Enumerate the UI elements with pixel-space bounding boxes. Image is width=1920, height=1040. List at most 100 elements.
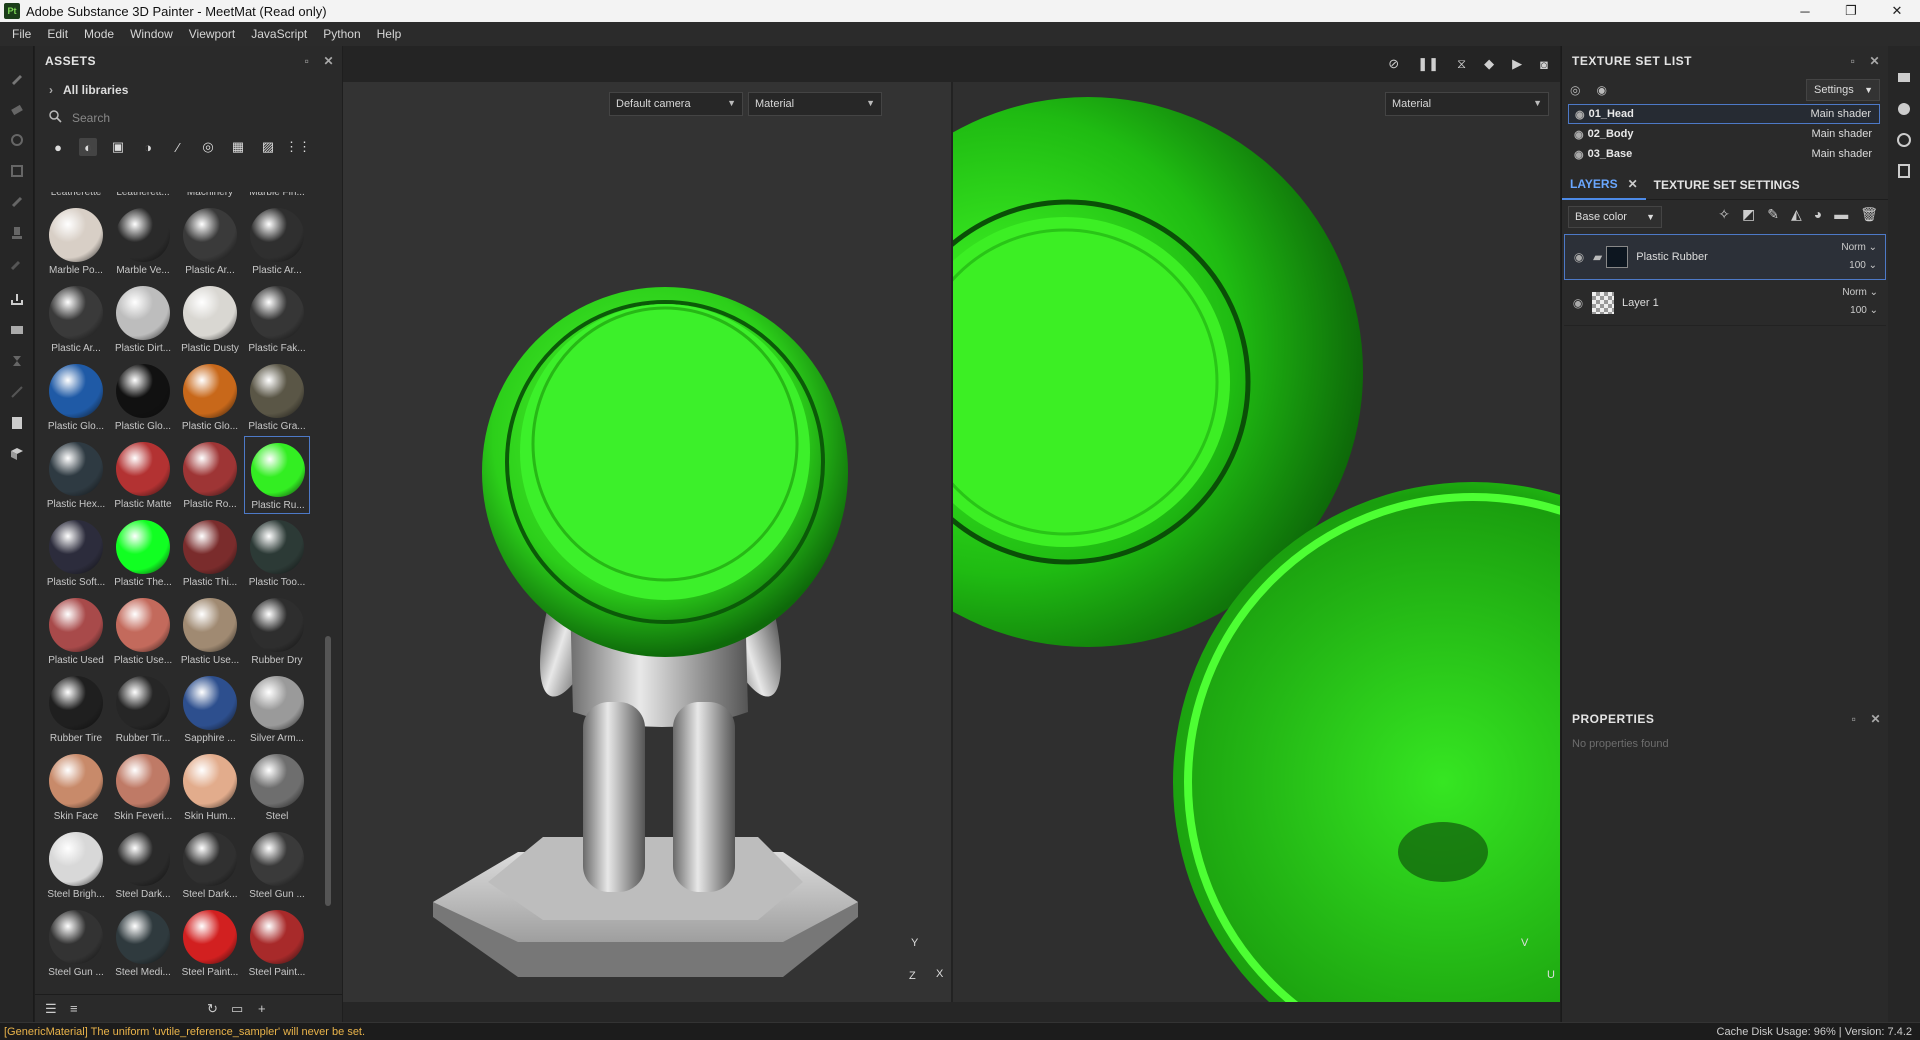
delete-layer-icon[interactable]: 🗑 xyxy=(1860,206,1878,223)
environment-filter-icon[interactable]: ▨ xyxy=(259,138,277,156)
layer-blend[interactable]: Norm ⌄ 100 ⌄ xyxy=(1841,239,1877,275)
sort-icon[interactable]: ≡ xyxy=(70,1001,78,1016)
channel-dropdown[interactable]: Base color ▼ xyxy=(1568,206,1662,228)
hide-ui-icon[interactable]: ⊘ xyxy=(1388,56,1399,72)
texture-set-shader[interactable]: Main shader xyxy=(1810,108,1871,120)
material-thumbnail[interactable]: Skin Face xyxy=(43,748,109,826)
bake-icon[interactable] xyxy=(0,314,34,345)
view-cube-icon[interactable]: ◆ xyxy=(1484,56,1494,72)
layer-name[interactable]: Layer 1 xyxy=(1622,297,1659,309)
close-panel-icon[interactable]: ✕ xyxy=(1869,54,1880,68)
export-icon[interactable] xyxy=(0,283,34,314)
material-thumbnail[interactable]: Steel Gun ... xyxy=(244,826,310,904)
menu-window[interactable]: Window xyxy=(122,27,181,41)
layer-row[interactable]: ◉ ▰ Plastic Rubber Norm ⌄ 100 ⌄ xyxy=(1564,234,1886,280)
material-thumbnail[interactable]: Plastic Ar... xyxy=(43,280,109,358)
assets-scrollbar[interactable] xyxy=(325,636,331,906)
material-thumbnail[interactable]: Steel Paint... xyxy=(244,904,310,982)
shader-settings-icon[interactable] xyxy=(1888,93,1920,124)
eye-icon[interactable]: ◉ xyxy=(1569,250,1589,264)
display-settings-icon[interactable] xyxy=(1888,62,1920,93)
material-thumbnail[interactable]: Steel Gun ... xyxy=(43,904,109,982)
eye-icon[interactable]: ◉ xyxy=(1596,83,1606,97)
material-thumbnail[interactable]: Sapphire ... xyxy=(177,670,243,748)
menu-file[interactable]: File xyxy=(4,27,39,41)
refresh-icon[interactable]: ↻ xyxy=(207,1001,218,1017)
add-fill-layer-icon[interactable]: ◭ xyxy=(1791,206,1802,223)
material-thumbnail[interactable]: Plastic Gra... xyxy=(244,358,310,436)
material-thumbnail[interactable]: Rubber Dry xyxy=(244,592,310,670)
geometry-fill-icon[interactable] xyxy=(0,155,34,186)
material-thumbnail[interactable]: Plastic Ru... xyxy=(244,436,310,514)
texture-filter-icon[interactable]: ▦ xyxy=(229,138,247,156)
clone-stamp-icon[interactable] xyxy=(0,217,34,248)
menu-javascript[interactable]: JavaScript xyxy=(243,27,315,41)
tab-texture-set-settings[interactable]: TEXTURE SET SETTINGS xyxy=(1646,170,1808,200)
paint-brush-icon[interactable] xyxy=(0,62,34,93)
menu-viewport[interactable]: Viewport xyxy=(181,27,243,41)
material-thumbnail[interactable]: Plastic Ar... xyxy=(177,202,243,280)
texture-set-row[interactable]: ◉ 03_Base Main shader xyxy=(1568,144,1880,164)
float-panel-icon[interactable]: ▫ xyxy=(1851,54,1856,68)
symmetry-icon[interactable]: ⧖ xyxy=(1457,56,1466,72)
menu-mode[interactable]: Mode xyxy=(76,27,122,41)
pause-icon[interactable]: ❚❚ xyxy=(1417,56,1439,72)
menu-help[interactable]: Help xyxy=(369,27,410,41)
material-thumbnail[interactable]: Steel Dark... xyxy=(110,826,176,904)
texture-set-shader[interactable]: Main shader xyxy=(1811,128,1872,140)
close-tab-icon[interactable]: ✕ xyxy=(1628,177,1638,191)
search-input[interactable]: Search xyxy=(72,111,110,125)
minimize-button[interactable]: ─ xyxy=(1782,0,1828,22)
close-panel-icon[interactable]: ✕ xyxy=(323,54,334,68)
particle-filter-icon[interactable]: ◎ xyxy=(199,138,217,156)
viewport-2d[interactable]: Material ▼ V U xyxy=(953,82,1560,1002)
material-thumbnail[interactable]: Plastic Thi... xyxy=(177,514,243,592)
camera-video-icon[interactable]: ▶ xyxy=(1512,56,1522,72)
document-icon[interactable] xyxy=(0,407,34,438)
search-field[interactable]: Search xyxy=(35,104,342,132)
restore-button[interactable]: ❐ xyxy=(1828,0,1874,22)
hide-icon[interactable]: ◎ xyxy=(1570,83,1580,97)
settings-dropdown[interactable]: Settings ▼ xyxy=(1806,79,1880,101)
add-paint-layer-icon[interactable]: ✎ xyxy=(1767,206,1779,223)
history-icon[interactable] xyxy=(1888,124,1920,155)
menu-edit[interactable]: Edit xyxy=(39,27,76,41)
material-thumbnail[interactable]: Steel Brigh... xyxy=(43,826,109,904)
material-thumbnail[interactable]: Plastic Dusty xyxy=(177,280,243,358)
screenshot-icon[interactable]: ◙ xyxy=(1540,57,1548,72)
material-thumbnail[interactable]: Steel xyxy=(244,748,310,826)
material-thumbnail[interactable]: Plastic Glo... xyxy=(110,358,176,436)
close-window-button[interactable]: ✕ xyxy=(1874,0,1920,22)
layer-opacity[interactable]: 100 xyxy=(1849,260,1866,271)
material-thumbnail[interactable]: Plastic Soft... xyxy=(43,514,109,592)
tab-layers[interactable]: LAYERS ✕ xyxy=(1562,170,1646,200)
projection-icon[interactable] xyxy=(0,124,34,155)
layer-opacity[interactable]: 100 xyxy=(1850,305,1867,316)
float-panel-icon[interactable]: ▫ xyxy=(1852,712,1857,726)
material-thumbnail[interactable]: Plastic Matte xyxy=(110,436,176,514)
layer-row[interactable]: ◉ Layer 1 Norm ⌄ 100 ⌄ xyxy=(1564,280,1886,326)
material-thumbnail[interactable]: Leatherett... xyxy=(110,192,176,202)
add-mask-icon[interactable]: ◩ xyxy=(1742,206,1755,223)
smudge-icon[interactable] xyxy=(0,186,34,217)
material-thumbnail[interactable]: Plastic Glo... xyxy=(43,358,109,436)
viewport-3d[interactable]: Default camera ▼ Material ▼ Y X Z xyxy=(343,82,951,1002)
smart-material-filter-icon[interactable]: ◐ xyxy=(79,138,97,156)
material-thumbnail[interactable]: Plastic Used xyxy=(43,592,109,670)
add-effect-icon[interactable]: ✧ xyxy=(1718,206,1730,223)
grid-view-icon[interactable]: ⋮⋮ xyxy=(285,138,311,156)
color-picker-icon[interactable] xyxy=(0,248,34,279)
material-thumbnail[interactable]: Skin Feveri... xyxy=(110,748,176,826)
texture-set-row[interactable]: ◉ 02_Body Main shader xyxy=(1568,124,1880,144)
measure-icon[interactable] xyxy=(0,376,34,407)
material-thumbnail[interactable]: Plastic Dirt... xyxy=(110,280,176,358)
material-thumbnail[interactable]: Silver Arm... xyxy=(244,670,310,748)
material-thumbnail[interactable]: Machinery xyxy=(177,192,243,202)
package-icon[interactable] xyxy=(0,438,34,469)
material-thumbnail[interactable]: Rubber Tire xyxy=(43,670,109,748)
material-thumbnail[interactable]: Marble Fin... xyxy=(244,192,310,202)
blend-mode[interactable]: Norm xyxy=(1841,242,1865,253)
float-panel-icon[interactable]: ▫ xyxy=(305,54,310,68)
material-thumbnail[interactable]: Steel Paint... xyxy=(177,904,243,982)
material-thumbnail[interactable]: Plastic Hex... xyxy=(43,436,109,514)
